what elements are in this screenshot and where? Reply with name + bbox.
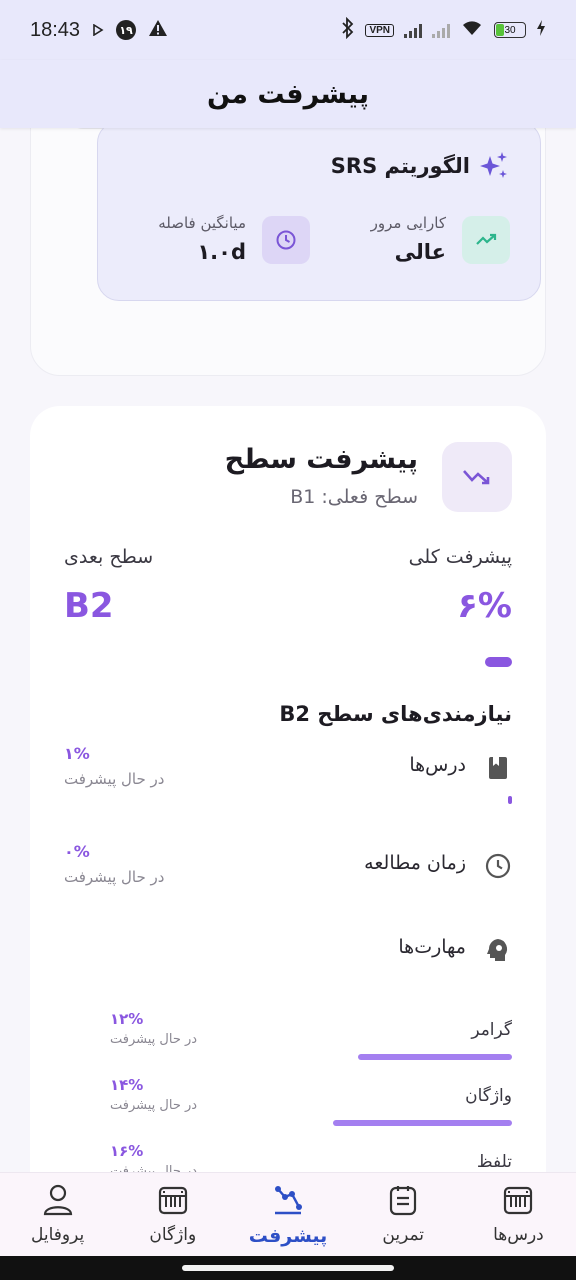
- skill-percent: ۱۲%: [110, 1010, 144, 1028]
- requirement-percent: ۱%: [64, 744, 90, 763]
- warning-icon: [148, 19, 168, 42]
- clock-icon: [262, 216, 310, 264]
- requirement-state: در حال پیشرفت: [64, 770, 165, 788]
- skill-state: در حال پیشرفت: [110, 1164, 198, 1172]
- requirement-name: زمان مطالعه: [364, 852, 466, 874]
- sparkle-icon: [478, 150, 510, 182]
- app-bar: پیشرفت من: [0, 60, 576, 128]
- nav-practice[interactable]: تمرین: [346, 1173, 461, 1256]
- requirements-title: نیازمندی‌های سطح B2: [279, 702, 512, 726]
- book-icon: [484, 754, 512, 782]
- skill-progress-bar: [112, 1054, 512, 1060]
- srs-title: الگوریتم SRS: [330, 154, 470, 178]
- status-bar: 18:43 ۱۹ VPN 30: [0, 0, 576, 60]
- skill-progress-bar: [112, 1120, 512, 1126]
- practice-icon: [386, 1183, 420, 1217]
- clock-icon: [484, 852, 512, 880]
- wifi-icon: [460, 19, 484, 42]
- average-interval-label: میانگین فاصله: [158, 214, 246, 232]
- home-indicator[interactable]: [182, 1265, 394, 1271]
- requirement-progress-fill: [507, 796, 512, 804]
- nav-label: تمرین: [382, 1225, 425, 1245]
- overall-progress-label: پیشرفت کلی: [408, 546, 512, 568]
- overall-progress-fill: [485, 657, 512, 667]
- nav-label: واژگان: [149, 1225, 197, 1245]
- trending-up-icon: [462, 216, 510, 264]
- nav-profile[interactable]: پروفایل: [0, 1173, 115, 1256]
- play-icon: [92, 19, 104, 41]
- signal-icon: [404, 22, 422, 38]
- profile-icon: [41, 1183, 75, 1217]
- skill-name: واژگان: [465, 1086, 512, 1106]
- next-level-label: سطح بعدی: [64, 546, 154, 568]
- requirement-state: در حال پیشرفت: [64, 868, 165, 886]
- skill-name: گرامر: [471, 1020, 512, 1040]
- skill-percent: ۱۴%: [110, 1076, 144, 1094]
- skill-state: در حال پیشرفت: [110, 1098, 198, 1113]
- level-progress-title: پیشرفت سطح: [224, 444, 418, 475]
- battery-icon: 30: [494, 22, 526, 38]
- skill-state: در حال پیشرفت: [110, 1032, 198, 1047]
- skill-percent: ۱۶%: [110, 1142, 144, 1160]
- overall-progress-value: ۶%: [457, 586, 512, 626]
- srs-panel: الگوریتم SRS کارایی مرور عالی میانگین فا…: [97, 128, 541, 301]
- charging-icon: [536, 19, 546, 42]
- requirement-progress-bar: [64, 796, 512, 804]
- nav-label: درس‌ها: [493, 1225, 544, 1245]
- skill-name: تلفظ: [476, 1152, 512, 1172]
- bottom-navigation: پروفایل واژگان پیشرفت تمرین درس‌ها: [0, 1172, 576, 1256]
- nav-vocabulary[interactable]: واژگان: [115, 1173, 230, 1256]
- nav-progress[interactable]: پیشرفت: [230, 1173, 345, 1256]
- review-efficiency-value: عالی: [394, 240, 446, 264]
- review-efficiency-label: کارایی مرور: [370, 214, 446, 232]
- level-progress-card: پیشرفت سطح سطح فعلی: B1 پیشرفت کلی سطح ب…: [30, 406, 546, 1172]
- progress-icon: [271, 1183, 305, 1217]
- average-interval-value: ۱.۰d: [197, 240, 246, 264]
- status-time: 18:43: [30, 18, 81, 41]
- vpn-icon: VPN: [365, 23, 394, 37]
- trending-down-icon: [442, 442, 512, 512]
- next-level-value: B2: [64, 586, 114, 626]
- vocabulary-icon: [156, 1183, 190, 1217]
- progress-content[interactable]: الگوریتم SRS کارایی مرور عالی میانگین فا…: [0, 128, 576, 1172]
- notification-badge-icon: ۱۹: [116, 20, 137, 40]
- nav-label: پروفایل: [30, 1225, 85, 1245]
- requirement-name: درس‌ها: [409, 754, 466, 776]
- lessons-icon: [501, 1183, 535, 1217]
- brain-icon: [484, 936, 512, 964]
- review-efficiency: کارایی مرور عالی: [330, 214, 510, 266]
- bluetooth-icon: [341, 16, 355, 44]
- srs-card: الگوریتم SRS کارایی مرور عالی میانگین فا…: [30, 128, 546, 376]
- page-title: پیشرفت من: [206, 78, 370, 110]
- nav-lessons[interactable]: درس‌ها: [461, 1173, 576, 1256]
- average-interval: میانگین فاصله ۱.۰d: [100, 214, 310, 266]
- requirement-percent: ۰%: [64, 842, 90, 861]
- current-level: سطح فعلی: B1: [290, 486, 418, 508]
- skills-title: مهارت‌ها: [398, 936, 466, 958]
- skill-progress-fill: [358, 1054, 512, 1060]
- skill-progress-fill: [332, 1120, 512, 1126]
- signal-2-icon: [432, 22, 450, 38]
- gesture-bar: [0, 1256, 576, 1280]
- overall-progress-bar: [64, 657, 512, 667]
- nav-label: پیشرفت: [248, 1225, 328, 1247]
